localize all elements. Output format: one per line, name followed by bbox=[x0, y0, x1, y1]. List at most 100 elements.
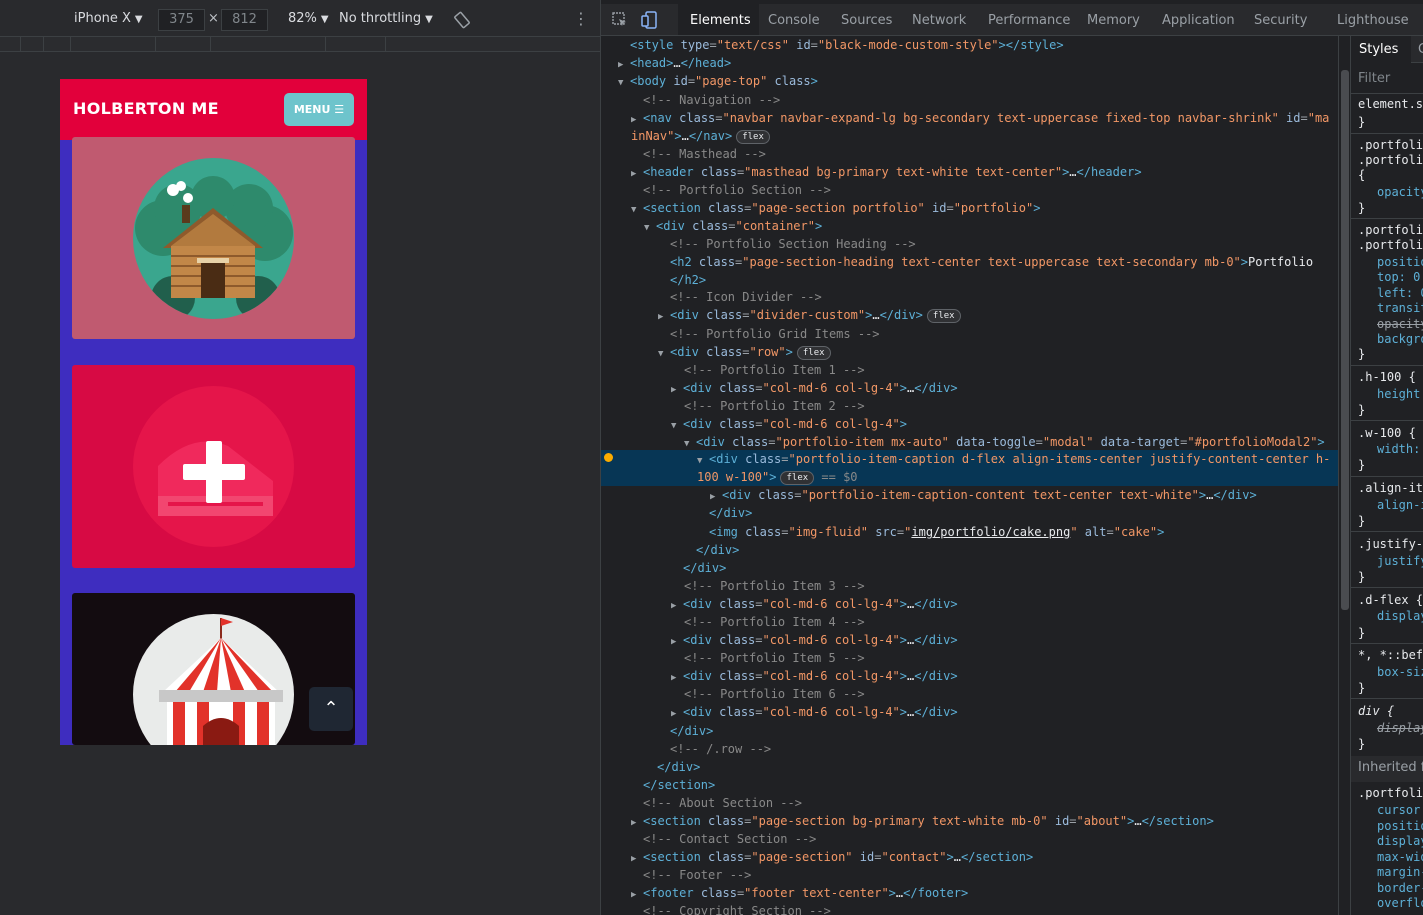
style-rule-selector[interactable]: div { bbox=[1358, 703, 1394, 720]
dom-comment[interactable]: <!-- /.row --> bbox=[601, 740, 1338, 758]
dom-comment[interactable]: <!-- Copyright Section --> bbox=[601, 902, 1338, 915]
dom-comment[interactable]: <!-- Navigation --> bbox=[601, 91, 1338, 109]
dom-comment[interactable]: <!-- Portfolio Item 6 --> bbox=[601, 685, 1338, 703]
portfolio-item-cake[interactable] bbox=[72, 365, 355, 568]
style-rule-selector[interactable]: .justify- bbox=[1358, 536, 1423, 553]
dom-node-nav[interactable]: ▶ <nav class="navbar navbar-expand-lg bg-… bbox=[601, 109, 1338, 127]
tab-styles[interactable]: Styles bbox=[1359, 42, 1398, 57]
dom-node-row[interactable]: ▼ <div class="row"> flex bbox=[601, 343, 1338, 361]
style-property[interactable]: cursor: bbox=[1377, 802, 1423, 819]
style-rule-selector[interactable]: .portfolio bbox=[1358, 237, 1423, 254]
dom-node-section-portfolio[interactable]: ▼ <section class="page-section portfolio"… bbox=[601, 199, 1338, 217]
style-property[interactable]: display bbox=[1377, 608, 1423, 625]
dom-comment[interactable]: <!-- Masthead --> bbox=[601, 145, 1338, 163]
style-property[interactable]: margin- bbox=[1377, 864, 1423, 881]
style-rule-selector[interactable]: element.st bbox=[1358, 96, 1423, 113]
style-rule-selector[interactable]: .portfolio bbox=[1358, 785, 1423, 802]
dom-comment[interactable]: <!-- Portfolio Item 3 --> bbox=[601, 577, 1338, 595]
inspect-element-icon[interactable] bbox=[611, 11, 629, 29]
dom-node-style[interactable]: <style type="text/css" id="black-mode-cu… bbox=[601, 36, 1338, 54]
style-property[interactable]: backgro bbox=[1377, 331, 1423, 348]
dom-comment[interactable]: <!-- Portfolio Item 5 --> bbox=[601, 649, 1338, 667]
dom-node-nav-cont[interactable]: inNav">…</nav> flex bbox=[601, 127, 1338, 145]
flex-badge[interactable]: flex bbox=[780, 471, 815, 485]
tab-console[interactable]: Console bbox=[768, 13, 820, 28]
dom-comment[interactable]: <!-- Portfolio Item 4 --> bbox=[601, 613, 1338, 631]
dom-node-row-close[interactable]: </div> bbox=[601, 722, 1338, 740]
dom-node-col-2[interactable]: ▼ <div class="col-md-6 col-lg-4"> bbox=[601, 415, 1338, 433]
dom-comment[interactable]: <!-- Portfolio Item 2 --> bbox=[601, 397, 1338, 415]
dom-comment[interactable]: <!-- Portfolio Item 1 --> bbox=[601, 361, 1338, 379]
flex-badge[interactable]: flex bbox=[926, 309, 961, 323]
style-rule-selector[interactable]: .portfolio bbox=[1358, 152, 1423, 169]
style-property[interactable]: transit bbox=[1377, 300, 1423, 317]
collapse-triangle-icon[interactable]: ▼ bbox=[618, 74, 630, 92]
styles-filter-input[interactable]: Filter bbox=[1351, 64, 1423, 94]
expand-triangle-icon[interactable]: ▶ bbox=[671, 705, 683, 723]
tab-performance[interactable]: Performance bbox=[988, 13, 1070, 28]
width-input[interactable]: 375 bbox=[158, 9, 205, 31]
dom-comment[interactable]: <!-- Portfolio Section Heading --> bbox=[601, 235, 1338, 253]
dom-node-col-4[interactable]: ▶ <div class="col-md-6 col-lg-4">…</div> bbox=[601, 631, 1338, 649]
flex-badge[interactable]: flex bbox=[736, 130, 770, 144]
dom-node-h2-close[interactable]: </h2> bbox=[601, 271, 1338, 289]
dom-comment[interactable]: <!-- About Section --> bbox=[601, 794, 1338, 812]
style-property[interactable]: overflo bbox=[1377, 895, 1423, 912]
dom-node-caption-close[interactable]: </div> bbox=[601, 504, 1338, 522]
dom-comment[interactable]: <!-- Icon Divider --> bbox=[601, 288, 1338, 306]
throttling-select[interactable]: No throttling ▼ bbox=[339, 11, 433, 26]
style-property[interactable]: height: bbox=[1377, 386, 1423, 403]
style-property[interactable]: justify bbox=[1377, 553, 1423, 570]
style-rule-selector[interactable]: *, *::bef bbox=[1358, 647, 1423, 664]
style-property[interactable]: display bbox=[1377, 833, 1423, 850]
style-property[interactable]: align-i bbox=[1377, 497, 1423, 514]
dom-node-header[interactable]: ▶ <header class="masthead bg-primary text… bbox=[601, 163, 1338, 181]
dom-node-divider[interactable]: ▶ <div class="divider-custom">…</div> flex bbox=[601, 306, 1338, 324]
dom-node-portfolio-item[interactable]: ▼ <div class="portfolio-item mx-auto" dat… bbox=[601, 433, 1338, 451]
more-options-icon[interactable]: ⋮ bbox=[573, 9, 589, 28]
dom-comment[interactable]: <!-- Portfolio Grid Items --> bbox=[601, 325, 1338, 343]
dom-node-container[interactable]: ▼ <div class="container"> bbox=[601, 217, 1338, 235]
rotate-icon[interactable] bbox=[453, 11, 471, 29]
tab-sources[interactable]: Sources bbox=[841, 13, 892, 28]
scroll-to-top-button[interactable]: ⌃ bbox=[309, 687, 353, 731]
site-brand[interactable]: HOLBERTON ME bbox=[73, 99, 219, 118]
tab-memory[interactable]: Memory bbox=[1087, 13, 1140, 28]
dom-node-h2[interactable]: <h2 class="page-section-heading text-cen… bbox=[601, 253, 1338, 271]
menu-button[interactable]: MENU ☰ bbox=[284, 93, 354, 126]
dom-node-section-about[interactable]: ▶ <section class="page-section bg-primary… bbox=[601, 812, 1338, 830]
device-select[interactable]: iPhone X ▼ bbox=[74, 11, 143, 26]
dom-node-section-close[interactable]: </section> bbox=[601, 776, 1338, 794]
style-property[interactable]: box-siz bbox=[1377, 664, 1423, 681]
dom-node-container-close[interactable]: </div> bbox=[601, 758, 1338, 776]
zoom-select[interactable]: 82% ▼ bbox=[288, 11, 329, 26]
tab-security[interactable]: Security bbox=[1254, 13, 1307, 28]
dom-comment[interactable]: <!-- Footer --> bbox=[601, 866, 1338, 884]
dom-comment[interactable]: <!-- Portfolio Section --> bbox=[601, 181, 1338, 199]
style-property[interactable]: width: bbox=[1377, 441, 1420, 458]
dom-scrollbar[interactable] bbox=[1338, 36, 1350, 915]
dom-node-footer[interactable]: ▶ <footer class="footer text-center">…</f… bbox=[601, 884, 1338, 902]
tab-application[interactable]: Application bbox=[1162, 13, 1235, 28]
style-property[interactable]: opacity bbox=[1377, 184, 1423, 201]
height-input[interactable]: 812 bbox=[221, 9, 268, 31]
tab-computed[interactable]: C bbox=[1418, 42, 1423, 57]
style-rule-selector[interactable]: .d-flex { bbox=[1358, 592, 1423, 609]
flex-badge[interactable]: flex bbox=[796, 346, 831, 360]
dom-node-img[interactable]: <img class="img-fluid" src="img/portfoli… bbox=[601, 523, 1338, 541]
style-rule-selector[interactable]: .w-100 { bbox=[1358, 425, 1416, 442]
dom-node-body[interactable]: ▼ <body id="page-top" class> bbox=[601, 72, 1338, 90]
dom-node-section-contact[interactable]: ▶ <section class="page-section" id="conta… bbox=[601, 848, 1338, 866]
dom-node-caption-selected-cont[interactable]: 100 w-100"> flex == $0 bbox=[601, 468, 1338, 486]
style-property[interactable]: top: 0 bbox=[1377, 269, 1420, 286]
dom-node-col-2-close[interactable]: </div> bbox=[601, 559, 1338, 577]
dom-node-item-close[interactable]: </div> bbox=[601, 541, 1338, 559]
style-rule-selector[interactable]: .h-100 { bbox=[1358, 369, 1416, 386]
dom-node-col-1[interactable]: ▶ <div class="col-md-6 col-lg-4">…</div> bbox=[601, 379, 1338, 397]
device-toolbar-icon[interactable] bbox=[641, 11, 659, 29]
tab-lighthouse[interactable]: Lighthouse bbox=[1337, 13, 1409, 28]
dom-comment[interactable]: <!-- Contact Section --> bbox=[601, 830, 1338, 848]
style-rule-selector[interactable]: .align-it bbox=[1358, 480, 1423, 497]
portfolio-item-cabin[interactable] bbox=[72, 137, 355, 339]
scrollbar-thumb[interactable] bbox=[1341, 70, 1349, 610]
